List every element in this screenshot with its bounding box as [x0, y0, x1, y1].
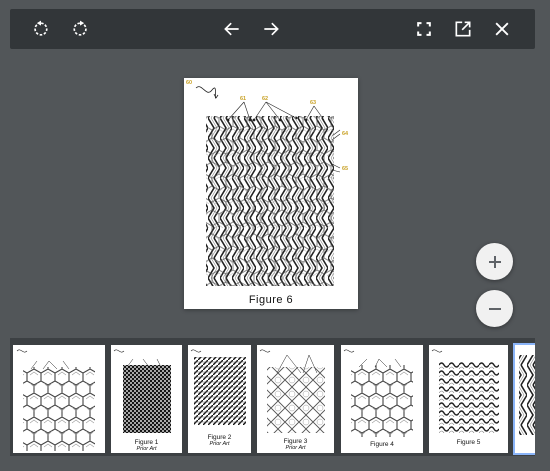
thumbnail-page-current[interactable] — [513, 343, 535, 455]
previous-button[interactable] — [219, 16, 245, 42]
thumbnail-page[interactable]: Figure 1 Prior Art — [111, 345, 182, 453]
zoom-out-button[interactable] — [476, 290, 513, 327]
thumbnail-page[interactable]: Figure 3 Prior Art — [257, 345, 334, 453]
thumbnail-strip[interactable]: Figure 1 Prior Art Figure 2 Prior Art Figu… — [10, 338, 535, 456]
thumbnail-caption: Figure 4 — [370, 441, 394, 448]
fullscreen-icon — [417, 22, 431, 36]
next-button[interactable] — [258, 16, 284, 42]
document-page[interactable]: 60 61 62 63 64 65 Figure 6 — [184, 78, 358, 309]
close-icon — [495, 22, 509, 36]
thumbnail-drawing — [431, 349, 499, 433]
thumbnail-drawing — [113, 349, 171, 433]
thumbnail-page[interactable]: Figure 5 — [429, 345, 508, 453]
thumbnail-caption: Figure 1 Prior Art — [134, 439, 159, 452]
figure-label: 60 — [186, 80, 192, 86]
thumbnail-caption: Figure 2 Prior Art — [207, 434, 232, 447]
viewer-toolbar — [10, 9, 535, 49]
thumbnail-page[interactable]: Figure 4 — [341, 345, 423, 453]
rotate-right-icon — [73, 20, 87, 36]
rotate-right-button[interactable] — [67, 16, 93, 42]
fullscreen-button[interactable] — [411, 16, 437, 42]
minus-icon — [488, 307, 501, 310]
thumbnail-page[interactable] — [13, 345, 105, 453]
figure-label: 65 — [342, 166, 348, 172]
zoom-in-button[interactable] — [476, 243, 513, 280]
thumbnail-caption: Figure 3 Prior Art — [283, 438, 308, 451]
rotate-left-icon — [34, 20, 48, 36]
thumbnail-drawing — [259, 349, 325, 433]
thumbnail-page[interactable]: Figure 2 Prior Art — [188, 345, 251, 453]
page-caption: Figure 6 — [248, 294, 294, 306]
figure-label: 64 — [342, 131, 349, 137]
plus-icon — [488, 255, 501, 268]
thumbnail-drawing — [343, 349, 413, 437]
figure-6-drawing: 60 61 62 63 64 65 — [186, 80, 349, 286]
thumbnail-drawing — [519, 355, 535, 435]
figure-label: 62 — [262, 96, 268, 102]
figure-label: 61 — [240, 96, 246, 102]
open-external-icon — [455, 21, 471, 37]
thumbnail-caption: Figure 5 — [456, 439, 481, 446]
arrow-right-icon — [264, 22, 279, 36]
figure-label: 63 — [310, 100, 316, 106]
rotate-left-button[interactable] — [28, 16, 54, 42]
close-button[interactable] — [489, 16, 515, 42]
thumbnail-drawing — [16, 349, 95, 451]
arrow-left-icon — [224, 22, 239, 36]
open-external-button[interactable] — [450, 16, 476, 42]
